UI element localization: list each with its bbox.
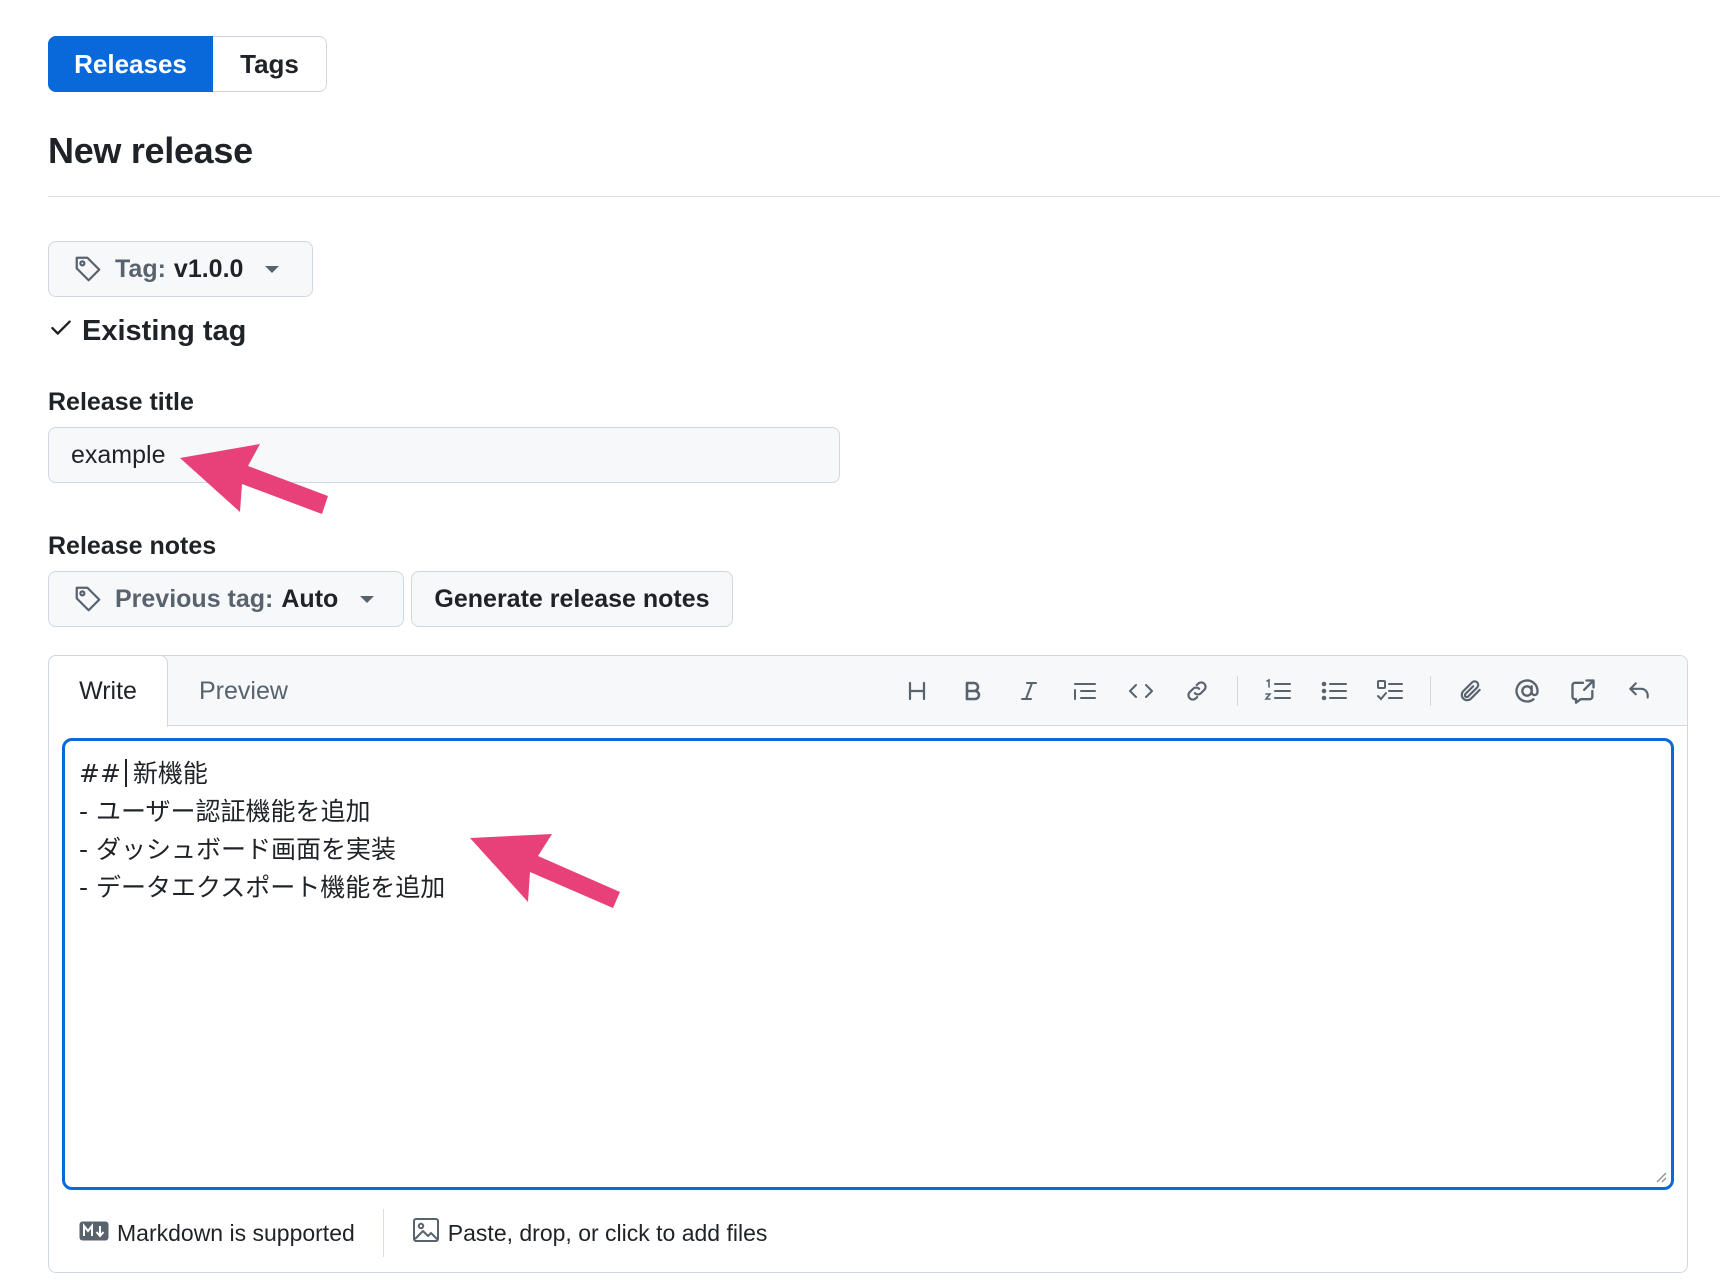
chevron-down-icon (360, 595, 375, 603)
formatting-toolbar (889, 656, 1667, 726)
tag-picker-button[interactable]: Tag: v1.0.0 (48, 241, 313, 297)
release-notes-textarea[interactable]: ## 新機能 - ユーザー認証機能を追加 - ダッシュボード画面を実装 - データ… (62, 738, 1674, 1190)
chevron-down-icon (265, 265, 280, 273)
previous-tag-prefix: Previous tag: (115, 584, 274, 613)
annotation-arrow (180, 444, 328, 514)
link-icon[interactable] (1177, 671, 1217, 711)
release-title-value: example (71, 440, 166, 469)
resize-handle-icon[interactable] (1653, 1169, 1667, 1183)
tab-tags[interactable]: Tags (213, 36, 327, 92)
text-cursor (124, 759, 127, 787)
editor-header: Write Preview (48, 655, 1687, 727)
content-line: - ダッシュボード画面を実装 (79, 835, 396, 864)
toolbar-divider (1430, 676, 1431, 706)
image-icon (412, 1217, 440, 1249)
generate-release-notes-label: Generate release notes (434, 584, 710, 613)
releases-tags-switch: Releases Tags (48, 36, 327, 92)
release-notes-label: Release notes (48, 532, 217, 560)
add-files-label: Paste, drop, or click to add files (447, 1219, 768, 1246)
markdown-icon (79, 1220, 109, 1247)
add-files-button[interactable]: Paste, drop, or click to add files (412, 1217, 768, 1249)
italic-icon[interactable] (1009, 671, 1049, 711)
tab-preview[interactable]: Preview (199, 656, 288, 726)
generate-release-notes-button[interactable]: Generate release notes (411, 571, 733, 627)
tab-releases[interactable]: Releases (48, 36, 213, 92)
heading-icon[interactable] (897, 671, 937, 711)
existing-tag-status: Existing tag (48, 314, 246, 348)
bullet-list-icon[interactable] (1314, 671, 1354, 711)
editor-footer: Markdown is supported Paste, drop, or cl… (49, 1194, 1687, 1272)
content-line: - ユーザー認証機能を追加 (79, 797, 371, 826)
tab-write[interactable]: Write (48, 655, 168, 727)
numbered-list-icon[interactable] (1258, 671, 1298, 711)
footer-divider (382, 1209, 384, 1257)
release-title-label: Release title (48, 388, 194, 416)
mention-icon[interactable] (1507, 671, 1547, 711)
release-title-input[interactable]: example (48, 427, 840, 483)
heading-marker: ## (79, 759, 121, 788)
toolbar-divider (1237, 676, 1238, 706)
reference-icon[interactable] (1563, 671, 1603, 711)
check-icon (48, 314, 74, 348)
task-list-icon[interactable] (1370, 671, 1410, 711)
code-icon[interactable] (1121, 671, 1161, 711)
quote-icon[interactable] (1065, 671, 1105, 711)
undo-icon[interactable] (1619, 671, 1659, 711)
bold-icon[interactable] (953, 671, 993, 711)
content-line: ## 新機能 (79, 755, 1657, 793)
markdown-supported[interactable]: Markdown is supported (79, 1220, 355, 1247)
previous-tag-value: Auto (281, 584, 339, 613)
attach-icon[interactable] (1451, 671, 1491, 711)
markdown-supported-label: Markdown is supported (117, 1219, 355, 1246)
heading-text: 新機能 (132, 759, 208, 788)
page-title: New release (48, 130, 253, 171)
tag-value: v1.0.0 (173, 254, 244, 283)
tag-icon (73, 254, 103, 284)
existing-tag-label: Existing tag (82, 314, 247, 347)
tag-prefix: Tag: (115, 254, 166, 283)
tag-icon (73, 584, 103, 614)
divider (48, 196, 1720, 197)
markdown-editor: Write Preview ## 新機能 - ユーザー認証機能を追加 - ダッシ… (48, 655, 1688, 1273)
content-line: - データエクスポート機能を追加 (79, 873, 446, 902)
annotation-arrow (470, 834, 620, 908)
previous-tag-button[interactable]: Previous tag: Auto (48, 571, 404, 627)
